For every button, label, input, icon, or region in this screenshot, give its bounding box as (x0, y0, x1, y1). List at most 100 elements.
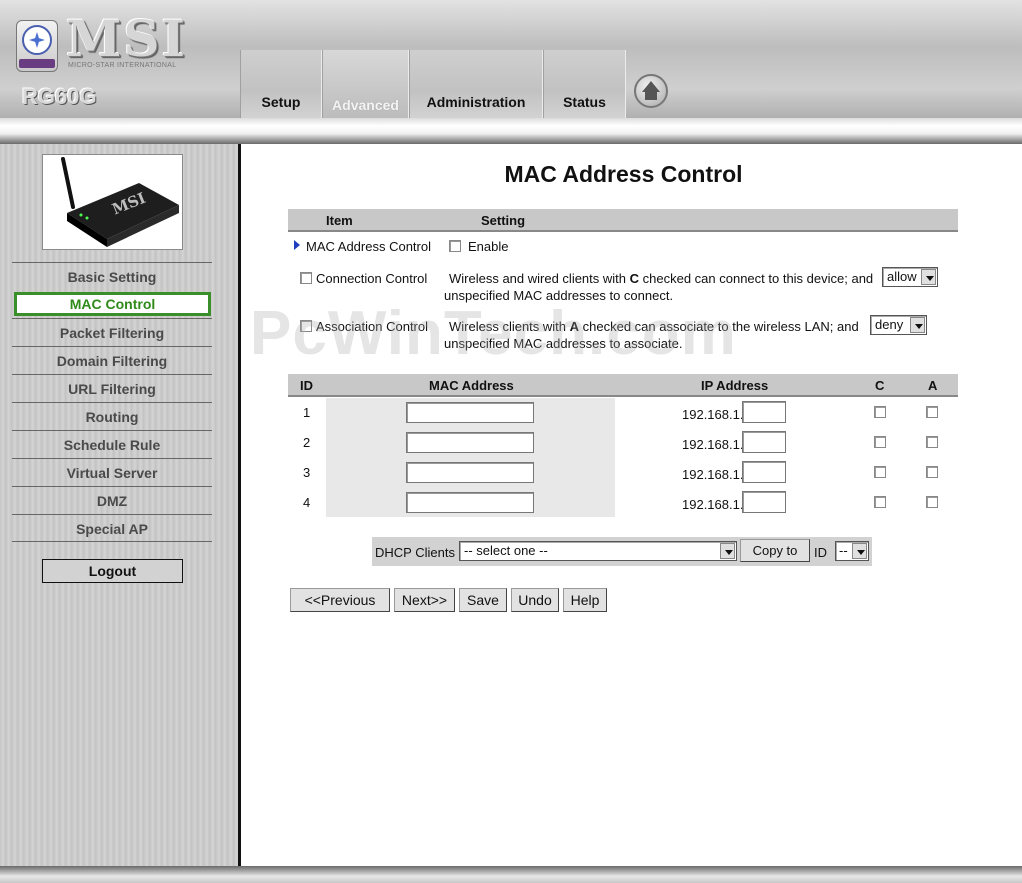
logout-button[interactable]: Logout (42, 559, 183, 583)
router-product-image: MSI (42, 154, 183, 250)
association-policy-value: deny (875, 317, 904, 332)
ip-suffix-input[interactable] (742, 491, 786, 513)
enable-checkbox[interactable] (449, 240, 461, 252)
sidebar-item-routing[interactable]: Routing (12, 402, 212, 430)
mac-address-control-label: MAC Address Control (306, 239, 431, 254)
tab-administration[interactable]: Administration (409, 50, 543, 118)
dhcp-clients-select[interactable]: -- select one -- (459, 541, 737, 561)
save-button[interactable]: Save (459, 588, 507, 612)
undo-button[interactable]: Undo (511, 588, 559, 612)
copy-id-value: -- (839, 543, 848, 558)
ip-prefix: 192.168.1. (682, 497, 744, 512)
enable-label: Enable (468, 239, 509, 254)
association-text-before: Wireless clients with (449, 319, 570, 334)
sidebar-item-virtual-server[interactable]: Virtual Server (12, 458, 212, 486)
connection-text-after: checked can connect to this device; and (639, 271, 874, 286)
row-id: 1 (303, 405, 311, 420)
sidebar-item-basic-setting[interactable]: Basic Setting (12, 262, 212, 290)
tab-advanced[interactable]: Advanced (322, 50, 409, 118)
header: MSI MICRO-STAR INTERNATIONAL RG60G Setup… (0, 0, 1022, 118)
home-button[interactable] (634, 74, 668, 108)
sidebar-item-url-filtering[interactable]: URL Filtering (12, 374, 212, 402)
row-id: 2 (303, 435, 311, 450)
c-checkbox[interactable] (874, 466, 886, 478)
id-column-header: ID (300, 378, 313, 393)
ip-prefix: 192.168.1. (682, 437, 744, 452)
dhcp-clients-value: -- select one -- (464, 543, 548, 558)
mac-table-header: ID MAC Address IP Address C A (288, 374, 958, 397)
a-column-header: A (928, 378, 938, 393)
router-icon: MSI (61, 157, 179, 247)
sidebar-item-packet-filtering[interactable]: Packet Filtering (12, 318, 212, 346)
c-column-header: C (875, 378, 885, 393)
chevron-down-icon (910, 317, 925, 333)
id-label: ID (814, 545, 827, 560)
association-policy-select[interactable]: deny (870, 315, 927, 335)
connection-control-checkbox[interactable] (300, 272, 312, 284)
mac-address-input[interactable] (406, 462, 534, 483)
a-checkbox[interactable] (926, 436, 938, 448)
mac-column-header: MAC Address (429, 378, 514, 393)
sidebar-divider (238, 144, 241, 866)
footer-bar (0, 866, 1022, 883)
sidebar-item-domain-filtering[interactable]: Domain Filtering (12, 346, 212, 374)
msi-logo-subtitle: MICRO-STAR INTERNATIONAL (68, 62, 177, 69)
association-control-checkbox[interactable] (300, 320, 312, 332)
copy-to-button[interactable]: Copy to (740, 539, 810, 562)
model-name: RG60G (22, 84, 97, 109)
dhcp-clients-bar: DHCP Clients -- select one -- Copy to ID… (372, 537, 872, 566)
header-band (0, 118, 1022, 144)
chevron-down-icon (852, 543, 867, 559)
help-button[interactable]: Help (563, 588, 607, 612)
sidebar-item-mac-control[interactable]: MAC Control (14, 292, 211, 316)
connection-policy-select[interactable]: allow (882, 267, 938, 287)
sidebar-item-schedule-rule[interactable]: Schedule Rule (12, 430, 212, 458)
chevron-down-icon (720, 543, 735, 559)
page-title: MAC Address Control (504, 161, 743, 187)
a-checkbox[interactable] (926, 406, 938, 418)
tab-status[interactable]: Status (543, 50, 626, 118)
sidebar-item-dmz[interactable]: DMZ (12, 486, 212, 514)
ip-prefix: 192.168.1. (682, 467, 744, 482)
connection-key-letter: C (629, 271, 640, 286)
dhcp-clients-label: DHCP Clients (375, 545, 455, 560)
row-id: 4 (303, 495, 311, 510)
row-id: 3 (303, 465, 311, 480)
connection-control-line2: unspecified MAC addresses to connect. (444, 288, 674, 303)
association-key-letter: A (569, 319, 580, 334)
ip-suffix-input[interactable] (742, 461, 786, 483)
setting-column-header: Setting (481, 213, 526, 228)
ip-suffix-input[interactable] (742, 431, 786, 453)
connection-control-label: Connection Control (316, 271, 428, 286)
ip-column-header: IP Address (701, 378, 769, 393)
home-icon-body (645, 91, 657, 100)
settings-header: Item Setting (288, 209, 958, 232)
sidebar: MSI Basic Setting MAC Control Packet Fil… (0, 144, 238, 866)
tab-setup[interactable]: Setup (240, 50, 322, 118)
mac-address-input[interactable] (406, 492, 534, 513)
mac-address-input[interactable] (406, 432, 534, 453)
menu-divider (12, 541, 212, 542)
msi-logo: MSI (66, 9, 187, 68)
association-text-after: checked can associate to the wireless LA… (579, 319, 859, 334)
c-checkbox[interactable] (874, 496, 886, 508)
ip-prefix: 192.168.1. (682, 407, 744, 422)
a-checkbox[interactable] (926, 466, 938, 478)
item-column-header: Item (326, 213, 353, 228)
chevron-down-icon (921, 269, 936, 285)
previous-button[interactable]: <<Previous (290, 588, 390, 612)
association-control-line2: unspecified MAC addresses to associate. (444, 336, 683, 351)
association-control-label: Association Control (316, 319, 428, 334)
connection-text-before: Wireless and wired clients with (449, 271, 630, 286)
connection-control-description: Wireless and wired clients with C checke… (449, 271, 873, 286)
copy-id-select[interactable]: -- (835, 541, 869, 561)
sidebar-item-special-ap[interactable]: Special AP (12, 514, 212, 542)
a-checkbox[interactable] (926, 496, 938, 508)
c-checkbox[interactable] (874, 436, 886, 448)
ip-suffix-input[interactable] (742, 401, 786, 423)
next-button[interactable]: Next>> (394, 588, 455, 612)
c-checkbox[interactable] (874, 406, 886, 418)
logo-strip (19, 59, 55, 68)
msi-communication-emblem (16, 20, 58, 72)
mac-address-input[interactable] (406, 402, 534, 423)
